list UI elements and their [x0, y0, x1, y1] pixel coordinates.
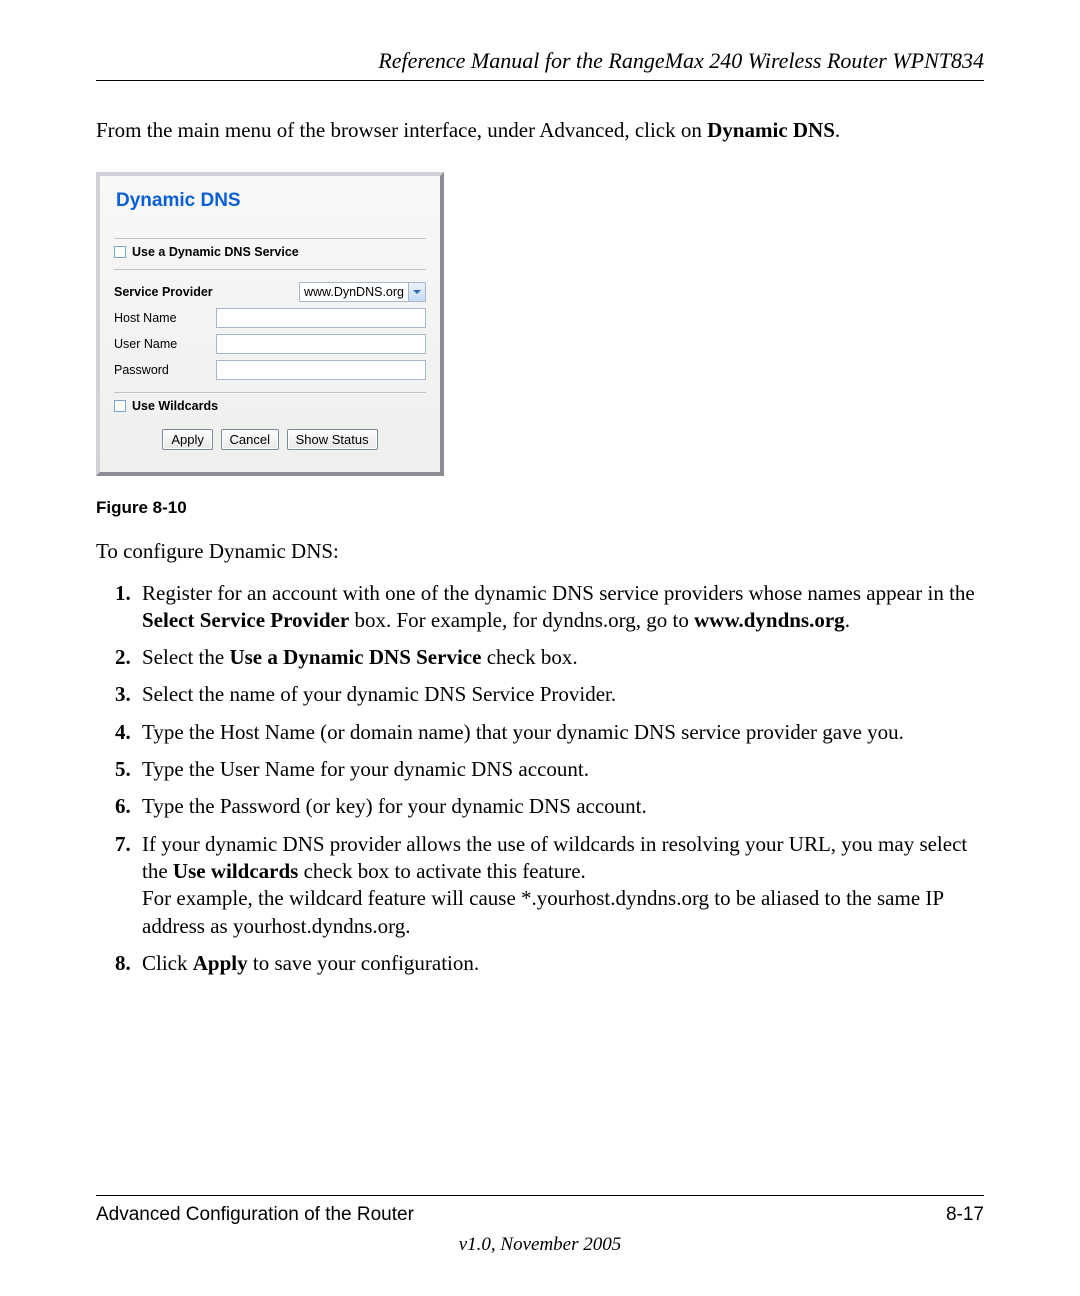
- step-text: check box to activate this feature.: [298, 859, 585, 883]
- step-7: If your dynamic DNS provider allows the …: [136, 831, 984, 940]
- header-rule: [96, 80, 984, 81]
- step-5: Type the User Name for your dynamic DNS …: [136, 756, 984, 783]
- intro-pre: From the main menu of the browser interf…: [96, 118, 707, 142]
- password-row: Password: [114, 360, 426, 380]
- figure-caption: Figure 8-10: [96, 498, 984, 518]
- password-input[interactable]: [216, 360, 426, 380]
- step-text: Type the Password (or key) for your dyna…: [142, 794, 647, 818]
- use-service-label: Use a Dynamic DNS Service: [132, 245, 299, 259]
- user-name-input[interactable]: [216, 334, 426, 354]
- use-wildcards-checkbox[interactable]: [114, 400, 126, 412]
- intro-bold: Dynamic DNS: [707, 118, 835, 142]
- panel-divider: [114, 238, 426, 239]
- step-bold: Use wildcards: [173, 859, 298, 883]
- step-text: Select the: [142, 645, 229, 669]
- password-label: Password: [114, 363, 216, 377]
- apply-button[interactable]: Apply: [162, 429, 213, 450]
- step-text: .: [845, 608, 850, 632]
- doc-header-title: Reference Manual for the RangeMax 240 Wi…: [96, 48, 984, 74]
- step-text: For example, the wildcard feature will c…: [142, 886, 943, 937]
- step-bold: www.dyndns.org: [694, 608, 845, 632]
- step-text: Select the name of your dynamic DNS Serv…: [142, 682, 616, 706]
- use-wildcards-row[interactable]: Use Wildcards: [114, 399, 426, 413]
- step-text: box. For example, for dyndns.org, go to: [349, 608, 694, 632]
- user-name-label: User Name: [114, 337, 216, 351]
- service-provider-row: Service Provider www.DynDNS.org: [114, 282, 426, 302]
- footer-version: v1.0, November 2005: [96, 1234, 984, 1256]
- service-provider-select[interactable]: www.DynDNS.org: [299, 282, 426, 302]
- step-text: Click: [142, 951, 193, 975]
- step-2: Select the Use a Dynamic DNS Service che…: [136, 644, 984, 671]
- footer-page: 8-17: [946, 1204, 984, 1226]
- step-8: Click Apply to save your configuration.: [136, 950, 984, 977]
- host-name-input[interactable]: [216, 308, 426, 328]
- step-text: Type the Host Name (or domain name) that…: [142, 720, 904, 744]
- chevron-down-icon: [413, 290, 421, 294]
- host-name-row: Host Name: [114, 308, 426, 328]
- step-bold: Use a Dynamic DNS Service: [229, 645, 481, 669]
- panel-divider: [114, 392, 426, 393]
- button-row: Apply Cancel Show Status: [114, 429, 426, 450]
- use-service-row[interactable]: Use a Dynamic DNS Service: [114, 245, 426, 259]
- steps-list: Register for an account with one of the …: [96, 580, 984, 978]
- configure-lead: To configure Dynamic DNS:: [96, 538, 984, 565]
- user-name-row: User Name: [114, 334, 426, 354]
- step-text: check box.: [481, 645, 577, 669]
- step-text: Type the User Name for your dynamic DNS …: [142, 757, 589, 781]
- step-6: Type the Password (or key) for your dyna…: [136, 793, 984, 820]
- step-text: Register for an account with one of the …: [142, 581, 975, 605]
- use-service-checkbox[interactable]: [114, 246, 126, 258]
- intro-paragraph: From the main menu of the browser interf…: [96, 117, 984, 144]
- step-3: Select the name of your dynamic DNS Serv…: [136, 681, 984, 708]
- cancel-button[interactable]: Cancel: [221, 429, 279, 450]
- intro-post: .: [835, 118, 840, 142]
- footer-rule: [96, 1195, 984, 1196]
- step-text: to save your configuration.: [248, 951, 480, 975]
- show-status-button[interactable]: Show Status: [287, 429, 378, 450]
- step-bold: Select Service Provider: [142, 608, 349, 632]
- service-provider-value: www.DynDNS.org: [300, 283, 408, 301]
- step-1: Register for an account with one of the …: [136, 580, 984, 635]
- step-bold: Apply: [193, 951, 248, 975]
- panel-divider: [114, 269, 426, 270]
- panel-heading: Dynamic DNS: [116, 190, 426, 212]
- host-name-label: Host Name: [114, 311, 216, 325]
- step-4: Type the Host Name (or domain name) that…: [136, 719, 984, 746]
- footer-chapter: Advanced Configuration of the Router: [96, 1204, 414, 1226]
- dropdown-button[interactable]: [408, 283, 425, 301]
- ddns-panel: Dynamic DNS Use a Dynamic DNS Service Se…: [96, 172, 444, 476]
- use-wildcards-label: Use Wildcards: [132, 399, 218, 413]
- service-provider-label: Service Provider: [114, 285, 216, 299]
- page-footer: Advanced Configuration of the Router 8-1…: [96, 1195, 984, 1256]
